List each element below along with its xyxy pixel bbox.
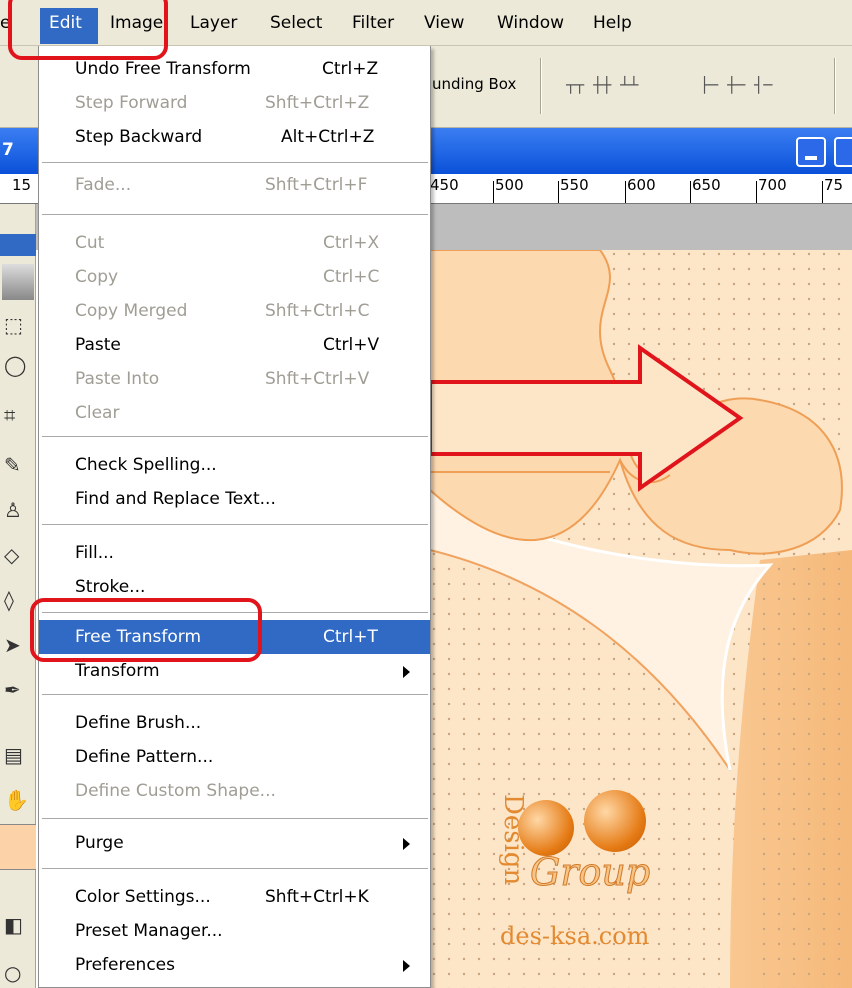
ruler-label: 75 — [824, 176, 844, 194]
menu-item-cut[interactable]: Cut Ctrl+X — [39, 226, 430, 260]
maximize-button[interactable] — [834, 137, 852, 167]
ruler-label: 550 — [560, 176, 589, 194]
menu-item-transform[interactable]: Transform — [39, 654, 430, 688]
submenu-arrow-icon — [403, 838, 410, 850]
watermark-ball — [584, 790, 646, 852]
menu-edit[interactable]: Edit — [49, 12, 82, 34]
bounding-box-label[interactable]: unding Box — [432, 75, 516, 93]
menu-window[interactable]: Window — [497, 12, 564, 34]
menu-item-step-forward[interactable]: Step Forward Shft+Ctrl+Z — [39, 86, 430, 120]
mask-mode-icon[interactable]: ◧ — [4, 914, 23, 936]
align-left-icons[interactable]: ├─ ┼─ ┤─ — [700, 76, 772, 94]
menu-help[interactable]: Help — [593, 12, 632, 34]
menu-item-check-spelling[interactable]: Check Spelling... — [39, 448, 430, 482]
menu-layer[interactable]: Layer — [190, 12, 237, 34]
menu-image[interactable]: Image — [110, 12, 163, 34]
menu-separator — [42, 612, 428, 614]
submenu-arrow-icon — [403, 960, 410, 972]
menu-item-purge[interactable]: Purge — [39, 826, 430, 860]
notes-tool-icon[interactable]: ▤ — [4, 744, 23, 766]
menu-separator — [42, 818, 428, 820]
ruler-label: 700 — [758, 176, 787, 194]
menu-item-paste[interactable]: Paste Ctrl+V — [39, 328, 430, 362]
marquee-tool-icon[interactable]: ⬚ — [4, 314, 23, 336]
ruler-label: 650 — [692, 176, 721, 194]
menu-separator — [42, 868, 428, 870]
menu-item-step-backward[interactable]: Step Backward Alt+Ctrl+Z — [39, 120, 430, 154]
eraser-tool-icon[interactable]: ◇ — [4, 544, 19, 566]
menu-separator — [42, 694, 428, 696]
ruler-label: 450 — [430, 176, 459, 194]
menu-select[interactable]: Select — [270, 12, 322, 34]
menu-filter[interactable]: Filter — [352, 12, 394, 34]
ruler-tick — [690, 181, 691, 203]
menu-item-fill[interactable]: Fill... — [39, 536, 430, 570]
brush-tool-icon[interactable]: ✎ — [4, 454, 21, 476]
toolbar-separator — [834, 58, 836, 114]
pen-tool-icon[interactable]: ✒ — [4, 679, 21, 701]
menu-item-clear[interactable]: Clear — [39, 396, 430, 430]
ruler-tick — [756, 181, 757, 203]
minimize-button[interactable] — [796, 137, 826, 167]
menu-item-paste-into[interactable]: Paste Into Shft+Ctrl+V — [39, 362, 430, 396]
menu-item-define-brush[interactable]: Define Brush... — [39, 706, 430, 740]
menu-item-free-transform[interactable]: Free Transform Ctrl+T — [39, 620, 430, 654]
color-swatch[interactable] — [0, 824, 36, 870]
lasso-tool-icon[interactable]: ◯ — [4, 354, 26, 376]
watermark-site: des-ksa.com — [500, 922, 650, 950]
menu-item-color-settings[interactable]: Color Settings... Shft+Ctrl+K — [39, 880, 430, 914]
menu-bar: e Edit Image Layer Select Filter View Wi… — [0, 0, 852, 46]
menu-separator — [42, 214, 428, 216]
ruler-tick — [625, 181, 626, 203]
ruler-label: 15 — [12, 176, 32, 194]
menu-item-stroke[interactable]: Stroke... — [39, 570, 430, 604]
toolbar-separator — [540, 58, 542, 114]
toolbox: ⬚ ◯ ⌗ ✎ ♙ ◇ ◊ ➤ ✒ ▤ ✋ ◧ ○ — [0, 204, 36, 988]
submenu-arrow-icon — [403, 666, 410, 678]
blur-tool-icon[interactable]: ◊ — [4, 589, 14, 611]
menu-separator — [42, 524, 428, 526]
menu-file[interactable]: e — [0, 12, 10, 34]
ruler-tick — [822, 181, 823, 203]
crop-tool-icon[interactable]: ⌗ — [4, 404, 15, 426]
document-canvas[interactable]: Design Group des-ksa.com — [430, 250, 852, 988]
toolbox-logo — [2, 264, 34, 300]
ruler-tick — [558, 181, 559, 203]
align-top-icons[interactable]: ┬┬ ┼┼ ┴┴ — [566, 76, 638, 94]
menu-item-define-pattern[interactable]: Define Pattern... — [39, 740, 430, 774]
menu-item-fade[interactable]: Fade... Shft+Ctrl+F — [39, 168, 430, 202]
path-selection-tool-icon[interactable]: ➤ — [4, 634, 21, 656]
menu-separator — [42, 162, 428, 164]
menu-item-copy[interactable]: Copy Ctrl+C — [39, 260, 430, 294]
watermark-ball — [518, 800, 574, 856]
screen-mode-icon[interactable]: ○ — [4, 962, 21, 984]
menu-item-find-replace[interactable]: Find and Replace Text... — [39, 482, 430, 516]
minimize-icon — [805, 156, 817, 160]
ruler-label: 600 — [627, 176, 656, 194]
menu-item-define-custom-shape[interactable]: Define Custom Shape... — [39, 774, 430, 808]
menu-item-preferences[interactable]: Preferences — [39, 948, 430, 982]
edit-menu: Undo Free Transform Ctrl+Z Step Forward Sh… — [38, 46, 431, 988]
menu-item-copy-merged[interactable]: Copy Merged Shft+Ctrl+C — [39, 294, 430, 328]
watermark-group: Group — [529, 850, 651, 895]
zoom-readout: 7 — [2, 140, 14, 160]
stamp-tool-icon[interactable]: ♙ — [4, 499, 22, 521]
menu-view[interactable]: View — [424, 12, 464, 34]
menu-separator — [42, 436, 428, 438]
ruler-tick — [493, 181, 494, 203]
menu-item-undo[interactable]: Undo Free Transform Ctrl+Z — [39, 52, 430, 86]
ruler-label: 500 — [495, 176, 524, 194]
menu-item-preset-manager[interactable]: Preset Manager... — [39, 914, 430, 948]
toolbox-header — [0, 234, 36, 256]
hand-tool-icon[interactable]: ✋ — [4, 789, 29, 811]
